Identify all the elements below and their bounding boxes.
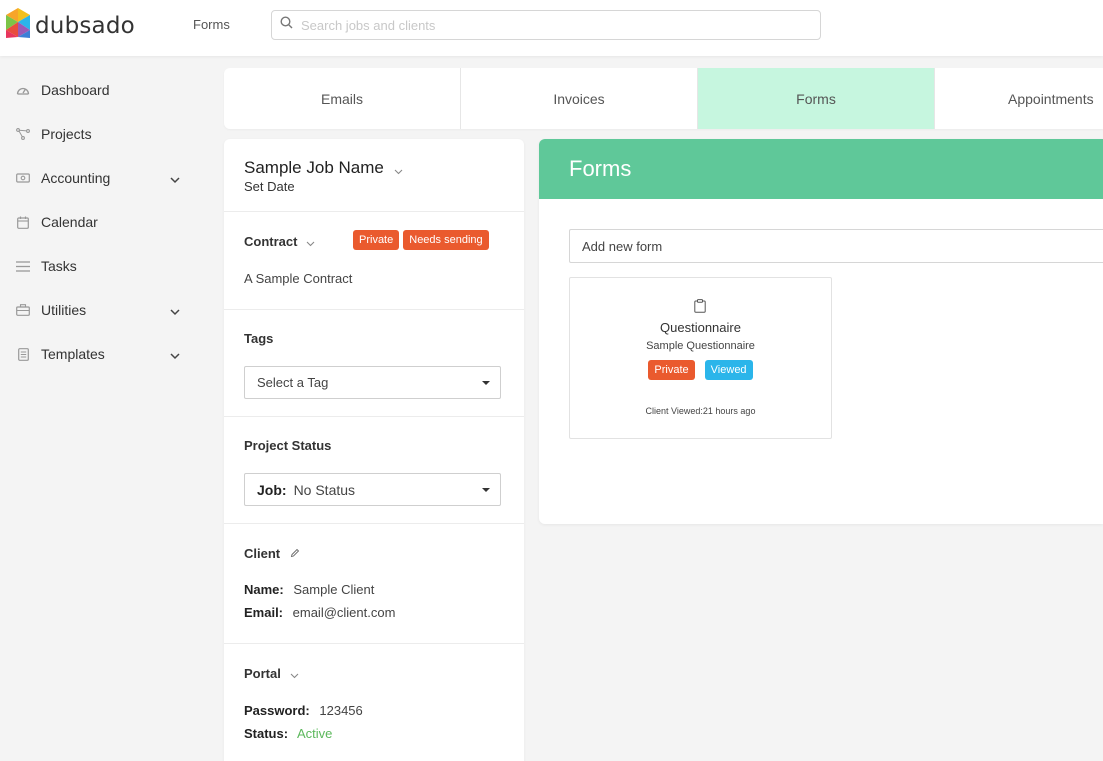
- tag-select-value: Select a Tag: [257, 375, 329, 390]
- tags-section: [224, 310, 524, 417]
- edit-pencil-icon[interactable]: [290, 546, 300, 561]
- sidebar-item-label: Templates: [41, 346, 105, 362]
- client-name-row: Name: Sample Client: [244, 582, 374, 597]
- sidebar: Dashboard Projects Accounting Calendar T…: [0, 68, 200, 376]
- search-box[interactable]: [271, 10, 821, 40]
- form-card-badges: Private Viewed: [570, 360, 831, 380]
- contract-name-link[interactable]: A Sample Contract: [244, 271, 352, 286]
- form-card-title: Questionnaire: [660, 320, 741, 335]
- job-name[interactable]: Sample Job Name: [244, 156, 403, 180]
- form-card[interactable]: Questionnaire Sample Questionnaire Priva…: [569, 277, 832, 439]
- project-status-select[interactable]: Job: No Status: [244, 473, 501, 506]
- sidebar-item-label: Projects: [41, 126, 92, 142]
- portal-status-value: Active: [296, 726, 333, 741]
- client-email-label: Email:: [244, 605, 284, 620]
- sidebar-item-label: Utilities: [41, 302, 87, 318]
- tab-emails[interactable]: Emails: [224, 68, 461, 129]
- sidebar-item-label: Calendar: [41, 214, 98, 230]
- client-email-row: Email: email@client.com: [244, 605, 395, 620]
- search-input[interactable]: [301, 17, 801, 33]
- contract-title-text: Contract: [244, 234, 298, 249]
- contract-badges: Private Needs sending: [353, 230, 489, 250]
- project-status-title: Project Status: [244, 438, 332, 453]
- client-name-value: Sample Client: [293, 582, 375, 597]
- client-name-label: Name:: [244, 582, 284, 597]
- tab-appointments[interactable]: Appointments: [935, 68, 1103, 129]
- add-new-form-button[interactable]: Add new form: [569, 229, 1103, 263]
- client-title-text: Client: [244, 545, 281, 561]
- utilities-icon: [16, 303, 30, 317]
- client-viewed-label: Client Viewed:: [645, 406, 703, 416]
- forms-panel: Forms Add new form Questionnaire Sample …: [539, 139, 1103, 524]
- contract-section: [224, 212, 524, 310]
- client-email-value: email@client.com: [292, 605, 396, 620]
- contract-title[interactable]: Contract: [244, 233, 315, 250]
- project-status-prefix: Job:: [257, 481, 287, 498]
- caret-down-icon: [482, 488, 490, 492]
- client-viewed-text: Client Viewed:21 hours ago: [570, 406, 831, 416]
- set-date-link[interactable]: Set Date: [244, 179, 295, 194]
- needs-sending-badge: Needs sending: [403, 230, 489, 250]
- private-badge: Private: [648, 360, 695, 380]
- forms-header: Forms: [539, 139, 1103, 199]
- chevron-down-icon[interactable]: [170, 303, 180, 321]
- accounting-icon: [16, 171, 30, 185]
- search-icon: [280, 16, 293, 34]
- client-viewed-value: 21 hours ago: [702, 406, 756, 416]
- top-bar: dubsado Forms: [0, 0, 1103, 56]
- tab-bar: Emails Invoices Forms Appointments: [224, 68, 1103, 129]
- project-status-value: No Status: [293, 481, 356, 498]
- viewed-badge: Viewed: [704, 360, 753, 380]
- project-status-section: [224, 417, 524, 524]
- form-card-subtitle: Sample Questionnaire: [646, 340, 755, 352]
- tab-invoices[interactable]: Invoices: [461, 68, 698, 129]
- projects-icon: [16, 127, 30, 141]
- portal-status-row: Status: Active: [244, 726, 332, 741]
- clipboard-icon: [694, 299, 706, 318]
- sidebar-item-dashboard[interactable]: Dashboard: [0, 68, 200, 112]
- dubsado-logo-icon: [6, 8, 30, 44]
- tags-title: Tags: [244, 331, 274, 346]
- client-title: Client: [244, 545, 300, 561]
- calendar-icon: [16, 215, 30, 229]
- chevron-down-icon[interactable]: [170, 171, 180, 189]
- logo-text: dubsado: [35, 13, 135, 39]
- sidebar-item-label: Dashboard: [41, 82, 110, 98]
- chevron-down-icon[interactable]: [290, 667, 299, 682]
- chevron-down-icon[interactable]: [394, 160, 403, 180]
- sidebar-item-label: Tasks: [41, 258, 77, 274]
- portal-password-value: 123456: [319, 703, 363, 718]
- portal-title[interactable]: Portal: [244, 665, 299, 682]
- tab-forms[interactable]: Forms: [698, 68, 935, 129]
- sidebar-item-tasks[interactable]: Tasks: [0, 244, 200, 288]
- sidebar-item-utilities[interactable]: Utilities: [0, 288, 200, 332]
- job-details-panel: Sample Job Name Set Date Contract Privat…: [224, 139, 524, 761]
- portal-password-row: Password: 123456: [244, 703, 363, 718]
- sidebar-item-label: Accounting: [41, 170, 111, 186]
- dashboard-icon: [16, 83, 30, 97]
- portal-password-label: Password:: [244, 703, 310, 718]
- templates-icon: [16, 347, 30, 361]
- tag-select[interactable]: Select a Tag: [244, 366, 501, 399]
- job-name-text: Sample Job Name: [244, 158, 384, 177]
- caret-down-icon: [482, 381, 490, 385]
- sidebar-item-accounting[interactable]: Accounting: [0, 156, 200, 200]
- private-badge: Private: [353, 230, 400, 250]
- sidebar-item-templates[interactable]: Templates: [0, 332, 200, 376]
- portal-title-text: Portal: [244, 666, 281, 681]
- logo[interactable]: dubsado: [6, 8, 135, 44]
- portal-status-label: Status:: [244, 726, 289, 741]
- tasks-icon: [16, 259, 30, 273]
- chevron-down-icon[interactable]: [306, 235, 315, 250]
- chevron-down-icon[interactable]: [170, 347, 180, 365]
- breadcrumb: Forms: [193, 17, 230, 32]
- sidebar-item-projects[interactable]: Projects: [0, 112, 200, 156]
- job-header-section: Sample Job Name Set Date: [224, 139, 524, 212]
- sidebar-item-calendar[interactable]: Calendar: [0, 200, 200, 244]
